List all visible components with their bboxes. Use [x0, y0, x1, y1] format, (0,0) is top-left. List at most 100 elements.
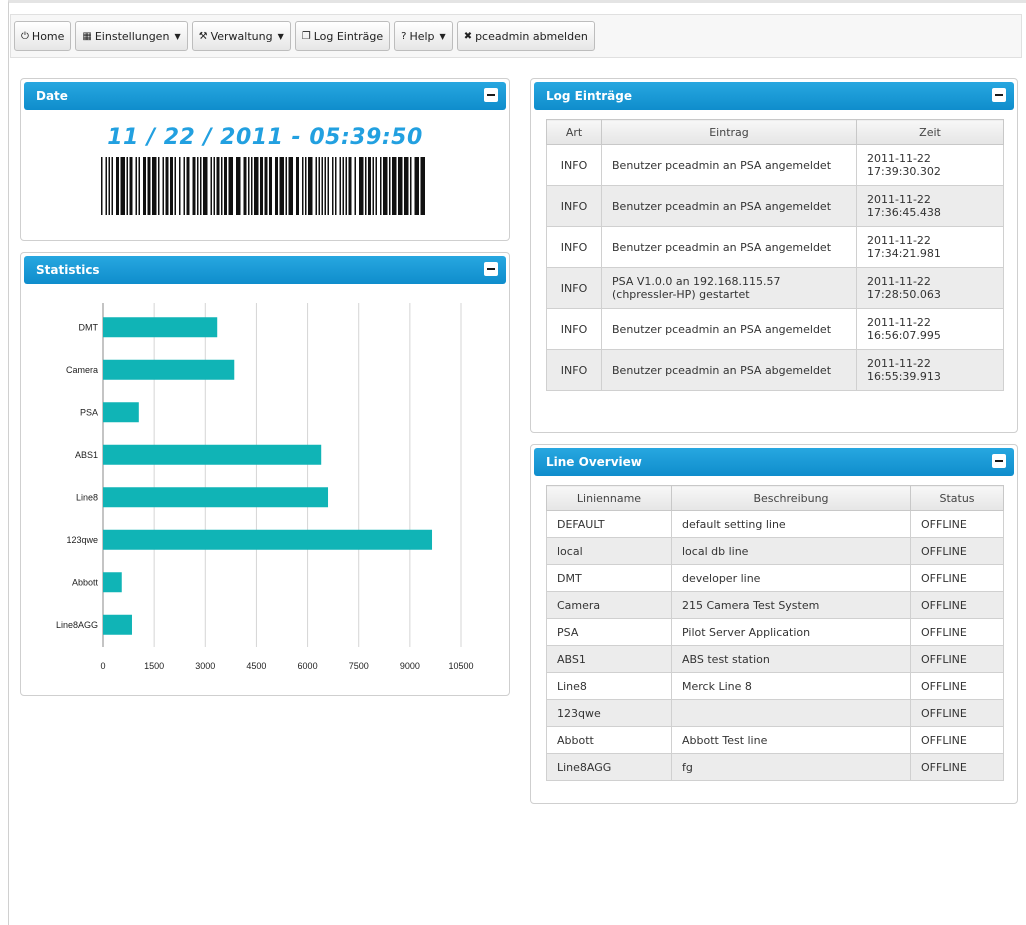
minimize-icon[interactable]	[484, 88, 498, 102]
barcode-bar	[327, 157, 329, 215]
toolbar-button-einstellungen[interactable]: ▦ Einstellungen ▼	[75, 21, 188, 51]
barcode-bar	[348, 157, 352, 215]
line-status: OFFLINE	[910, 591, 1004, 619]
minimize-icon[interactable]	[992, 454, 1006, 468]
barcode-bar	[285, 157, 287, 215]
statistics-panel: Statistics 0 1500 3000 4500 6000 7500 9000 1050…	[20, 252, 510, 696]
line-row[interactable]: local local db line OFFLINE	[546, 537, 1004, 565]
log-time: 2011-11-22 17:28:50.063	[856, 267, 1004, 309]
barcode-bar	[332, 157, 334, 215]
barcode-bar	[183, 157, 185, 215]
x-tick-label: 4500	[246, 661, 266, 671]
log-row[interactable]: INFO Benutzer pceadmin an PSA abgemeldet 2…	[546, 349, 1004, 391]
column-header-beschreibung[interactable]: Beschreibung	[671, 485, 911, 511]
line-description: Merck Line 8	[671, 672, 911, 700]
line-description: 215 Camera Test System	[671, 591, 911, 619]
bar-line8agg[interactable]	[103, 614, 132, 635]
toolbar-button-verwaltung[interactable]: ⚒ Verwaltung ▼	[191, 21, 291, 51]
line-row[interactable]: 123qwe OFFLINE	[546, 699, 1004, 727]
barcode-bar	[197, 157, 199, 215]
log-time-clock: 16:55:39.913	[867, 370, 941, 383]
column-header-linienname[interactable]: Linienname	[546, 485, 672, 511]
log-entry: Benutzer pceadmin an PSA angemeldet	[601, 144, 857, 186]
line-row[interactable]: DEFAULT default setting line OFFLINE	[546, 510, 1004, 538]
barcode-bar	[342, 157, 344, 215]
toolbar-button-label: pceadmin abmelden	[475, 29, 588, 43]
statistics-chart: 0 1500 3000 4500 6000 7500 9000 10500 DMT Camera P…	[56, 303, 474, 671]
barcode-bar	[192, 157, 196, 215]
line-name: Line8AGG	[546, 753, 672, 781]
barcode-bar	[251, 157, 253, 215]
column-header-eintrag[interactable]: Eintrag	[601, 119, 857, 145]
toolbar-button-label: Log Einträge	[313, 29, 384, 43]
log-row[interactable]: INFO Benutzer pceadmin an PSA angemeldet 2…	[546, 185, 1004, 227]
caret-down-icon: ▼	[174, 31, 181, 41]
barcode-bar	[152, 157, 157, 215]
bar-abbott[interactable]	[103, 572, 122, 593]
barcode-bar	[210, 157, 212, 215]
log-time: 2011-11-22 16:55:39.913	[856, 349, 1004, 391]
barcode-bar	[279, 157, 284, 215]
bar-dmt[interactable]	[103, 317, 218, 338]
line-name: Line8	[546, 672, 672, 700]
bar-123qwe[interactable]	[103, 529, 433, 550]
close-icon: ✖	[463, 30, 473, 42]
toolbar-button-home[interactable]: ⏻ Home	[14, 21, 72, 51]
x-tick-label: 7500	[349, 661, 369, 671]
log-row[interactable]: INFO Benutzer pceadmin an PSA angemeldet 2…	[546, 144, 1004, 186]
barcode-bar	[315, 157, 317, 215]
line-status: OFFLINE	[910, 618, 1004, 646]
barcode-image	[101, 157, 425, 215]
line-name: local	[546, 537, 672, 565]
line-row[interactable]: Camera 215 Camera Test System OFFLINE	[546, 591, 1004, 619]
barcode-bar	[186, 157, 190, 215]
y-category-label: 123qwe	[66, 535, 98, 545]
column-header-art[interactable]: Art	[546, 119, 602, 145]
line-row[interactable]: Line8AGG fg OFFLINE	[546, 753, 1004, 781]
caret-down-icon: ▼	[439, 31, 446, 41]
line-name: DEFAULT	[546, 510, 672, 538]
barcode-bar	[275, 157, 278, 215]
log-row[interactable]: INFO Benutzer pceadmin an PSA angemeldet 2…	[546, 226, 1004, 268]
barcode-bar	[308, 157, 313, 215]
bar-abs1[interactable]	[103, 444, 322, 465]
line-status: OFFLINE	[910, 645, 1004, 673]
line-name: ABS1	[546, 645, 672, 673]
line-status: OFFLINE	[910, 672, 1004, 700]
column-header-status[interactable]: Status	[910, 485, 1004, 511]
line-row[interactable]: PSA Pilot Server Application OFFLINE	[546, 618, 1004, 646]
toolbar-button-help[interactable]: ? Help ▼	[394, 21, 453, 51]
log-row[interactable]: INFO Benutzer pceadmin an PSA angemeldet 2…	[546, 308, 1004, 350]
toolbar-button-log-eintr-ge[interactable]: ❐ Log Einträge	[294, 21, 391, 51]
line-row[interactable]: Abbott Abbott Test line OFFLINE	[546, 726, 1004, 754]
column-header-zeit[interactable]: Zeit	[856, 119, 1004, 145]
x-tick-label: 3000	[195, 661, 215, 671]
line-overview-panel-title: Line Overview	[546, 455, 642, 469]
y-category-label: DMT	[79, 322, 99, 332]
barcode-bar	[335, 157, 337, 215]
line-row[interactable]: DMT developer line OFFLINE	[546, 564, 1004, 592]
bar-psa[interactable]	[103, 402, 139, 423]
barcode-bar	[213, 157, 215, 215]
toolbar-button-pceadmin-abmelden[interactable]: ✖ pceadmin abmelden	[456, 21, 595, 51]
bar-camera[interactable]	[103, 359, 235, 380]
barcode-bar	[324, 157, 326, 215]
x-tick-label: 0	[100, 661, 105, 671]
barcode-bar	[339, 157, 341, 215]
minimize-icon[interactable]	[992, 88, 1006, 102]
log-row[interactable]: INFO PSA V1.0.0 an 192.168.115.57 (chpres…	[546, 267, 1004, 309]
bar-line8[interactable]	[103, 487, 329, 508]
minimize-icon[interactable]	[484, 262, 498, 276]
barcode-bar	[254, 157, 259, 215]
line-row[interactable]: Line8 Merck Line 8 OFFLINE	[546, 672, 1004, 700]
log-time-date: 2011-11-22	[867, 357, 931, 370]
barcode-bar	[260, 157, 263, 215]
barcode-bar	[354, 157, 356, 215]
log-time-date: 2011-11-22	[867, 193, 931, 206]
log-time: 2011-11-22 17:34:21.981	[856, 226, 1004, 268]
date-display: 11 / 22 / 2011 - 05:39:50	[107, 125, 423, 150]
barcode-bar	[318, 157, 320, 215]
barcode-bar	[228, 157, 233, 215]
barcode-bar	[138, 157, 140, 215]
line-row[interactable]: ABS1 ABS test station OFFLINE	[546, 645, 1004, 673]
